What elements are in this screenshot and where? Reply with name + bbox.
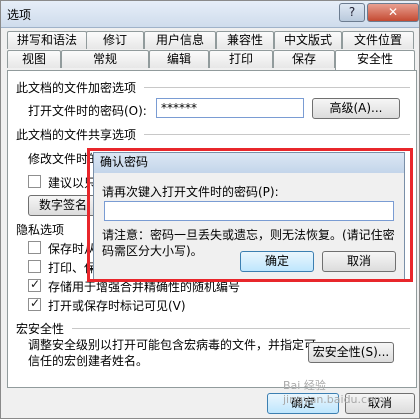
divider [144, 134, 410, 135]
tab-compatibility[interactable]: 兼容性 [216, 31, 274, 49]
privacy-label-3: 存储用于增强合并精确性的随机编号 [48, 280, 241, 294]
tab-general[interactable]: 常规 [61, 50, 149, 68]
tab-spelling-grammar[interactable]: 拼写和语法 [7, 31, 87, 49]
privacy-label-4: 打开或保存时标记可见(V) [48, 299, 186, 313]
window-title: 选项 [7, 8, 32, 22]
dialog-prompt: 请再次键入打开文件时的密码(P): [102, 185, 279, 199]
privacy-checkbox-4[interactable] [28, 296, 41, 311]
modify-password-label: 修改文件时的 [28, 152, 101, 166]
tab-security[interactable]: 安全性 [335, 50, 415, 70]
tab-view[interactable]: 视图 [7, 50, 61, 68]
help-button[interactable]: ? [339, 3, 365, 22]
open-password-input[interactable]: ****** [156, 98, 304, 118]
tab-bar: 拼写和语法 修订 用户信息 兼容性 中文版式 文件位置 视图 常规 编辑 打印 … [1, 31, 419, 71]
options-window: 选项 ? ✕ 拼写和语法 修订 用户信息 兼容性 中文版式 文件位置 视图 常规… [0, 0, 420, 419]
privacy-label-2: 打印、保 [48, 261, 97, 275]
advanced-button[interactable]: 高级(A)... [312, 98, 400, 119]
close-button[interactable]: ✕ [367, 3, 419, 22]
share-section-label: 此文档的文件共享选项 [16, 128, 137, 142]
title-bar: 选项 ? ✕ [1, 1, 419, 28]
confirm-password-input[interactable] [104, 201, 394, 221]
tab-edit[interactable]: 编辑 [149, 50, 209, 68]
confirm-password-dialog: 确认密码 请再次键入打开文件时的密码(P): 请注意：密码一旦丢失或遗忘，则无法… [93, 152, 405, 280]
read-only-recommend-label: 建议以只 [48, 176, 97, 190]
open-password-label: 打开文件时的密码(O): [28, 104, 147, 118]
privacy-section-label: 隐私选项 [16, 223, 65, 237]
tab-print[interactable]: 打印 [209, 50, 273, 68]
divider [72, 328, 410, 329]
dialog-ok-button[interactable]: 确定 [240, 251, 314, 272]
tab-file-locations[interactable]: 文件位置 [342, 31, 414, 49]
privacy-label-1: 保存时从 [48, 242, 97, 256]
dialog-title: 确认密码 [94, 153, 404, 173]
digital-signature-button[interactable]: 数字签名 [28, 195, 98, 216]
watermark: Bai 经验 jingyan.baidu.com [283, 379, 385, 406]
tab-user-info[interactable]: 用户信息 [144, 31, 216, 49]
macro-description: 调整安全级别以打开可能包含宏病毒的文件，并指定可信任的宏创建者姓名。 [28, 338, 317, 368]
encrypt-section-label: 此文档的文件加密选项 [16, 81, 137, 95]
tab-save[interactable]: 保存 [273, 50, 335, 68]
privacy-checkbox-1[interactable] [28, 241, 41, 254]
divider [144, 87, 410, 88]
read-only-recommend-checkbox[interactable] [28, 175, 41, 188]
privacy-checkbox-2[interactable] [28, 260, 41, 273]
macro-section-label: 宏安全性 [16, 322, 65, 336]
privacy-checkbox-3[interactable] [28, 277, 41, 292]
tab-track-changes[interactable]: 修订 [86, 31, 144, 49]
dialog-cancel-button[interactable]: 取消 [322, 251, 396, 272]
macro-security-button[interactable]: 宏安全性(S)... [308, 342, 394, 363]
tab-chinese-layout[interactable]: 中文版式 [274, 31, 342, 49]
